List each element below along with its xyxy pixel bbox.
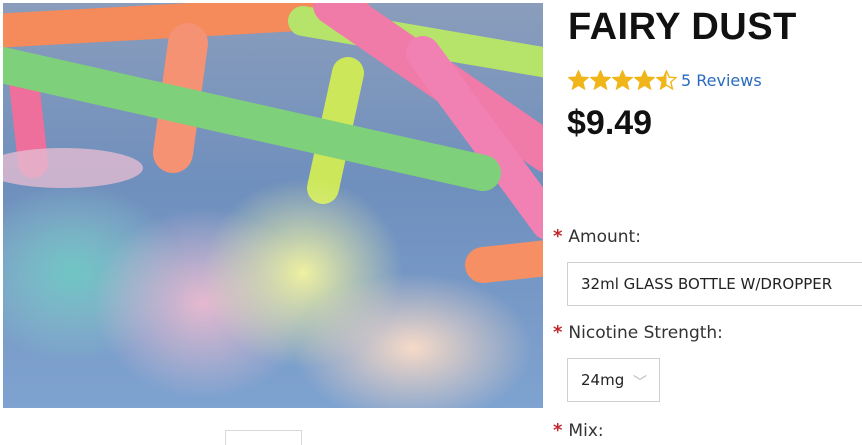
product-photo bbox=[3, 3, 543, 408]
required-mark: * bbox=[553, 226, 563, 247]
product-title: FAIRY DUST bbox=[568, 6, 797, 48]
amount-select[interactable]: 32ml GLASS BOTTLE W/DROPPER bbox=[567, 262, 862, 306]
required-mark: * bbox=[553, 420, 563, 441]
mix-label: * Mix: bbox=[553, 420, 604, 441]
nicotine-strength-select[interactable]: 24mg ﹀ bbox=[567, 358, 660, 402]
star-icon bbox=[590, 70, 611, 90]
nicotine-selected-value: 24mg bbox=[581, 371, 625, 389]
required-mark: * bbox=[553, 322, 563, 343]
product-image[interactable] bbox=[3, 3, 543, 408]
product-rating: 5 Reviews bbox=[568, 70, 762, 90]
reviews-link[interactable]: 5 Reviews bbox=[681, 71, 762, 90]
rating-stars bbox=[568, 70, 678, 90]
chevron-down-icon: ﹀ bbox=[633, 375, 647, 391]
star-icon bbox=[568, 70, 589, 90]
product-price: $9.49 bbox=[567, 104, 653, 142]
amount-selected-value: 32ml GLASS BOTTLE W/DROPPER bbox=[581, 275, 833, 293]
star-half-icon bbox=[656, 70, 677, 90]
nicotine-strength-label: * Nicotine Strength: bbox=[553, 322, 723, 343]
thumbnail-tab[interactable] bbox=[225, 430, 302, 445]
amount-label: * Amount: bbox=[553, 226, 641, 247]
star-icon bbox=[612, 70, 633, 90]
star-icon bbox=[634, 70, 655, 90]
